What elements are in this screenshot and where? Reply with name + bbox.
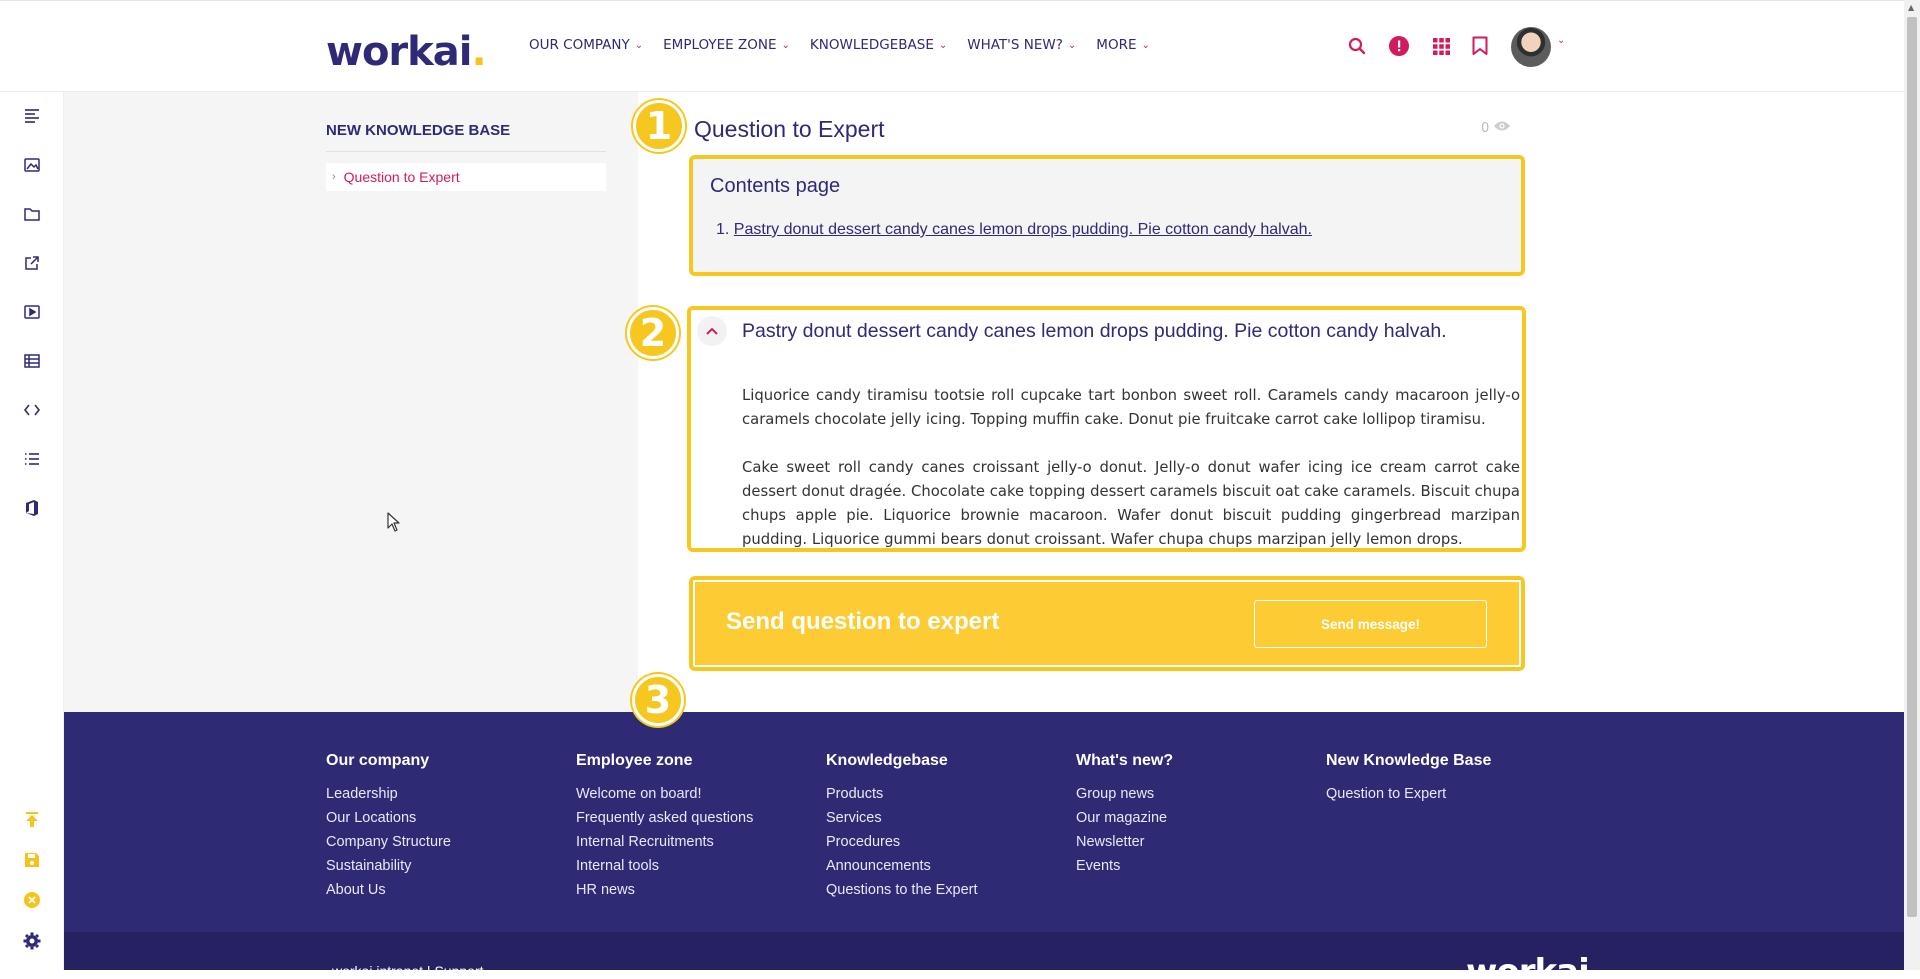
footer-link[interactable]: Our magazine xyxy=(1076,806,1173,830)
user-avatar[interactable] xyxy=(1511,27,1551,67)
video-icon[interactable] xyxy=(22,302,42,322)
search-icon[interactable] xyxy=(1346,35,1368,57)
sidebar-item-question-to-expert[interactable]: › Question to Expert xyxy=(326,163,606,191)
footer-link[interactable]: Events xyxy=(1076,854,1173,878)
footer-column-whats-new: What's new? Group news Our magazine News… xyxy=(1076,752,1173,878)
text-align-icon[interactable] xyxy=(22,106,42,126)
ask-expert-title: Send question to expert xyxy=(726,608,1000,635)
scroll-up-arrow-icon[interactable]: ▲ xyxy=(1908,3,1914,12)
footer-column-title: Knowledgebase xyxy=(826,752,948,769)
footer-link[interactable]: Welcome on board! xyxy=(576,782,753,806)
eye-icon xyxy=(1493,120,1511,136)
chevron-right-icon: › xyxy=(332,171,336,183)
scrollbar-thumb[interactable] xyxy=(1907,17,1917,917)
folder-icon[interactable] xyxy=(22,204,42,224)
code-icon[interactable] xyxy=(22,400,42,420)
footer-link[interactable]: Our Locations xyxy=(326,806,451,830)
editor-tool-rail xyxy=(0,92,64,970)
contents-item-number: 1. xyxy=(716,221,730,238)
footer-bottom-links[interactable]: workai intranet | Support xyxy=(332,963,484,979)
footer-link[interactable]: Group news xyxy=(1076,782,1173,806)
chevron-down-icon[interactable]: ⌄ xyxy=(1557,35,1565,46)
footer-column-our-company: Our company Leadership Our Locations Com… xyxy=(326,752,451,902)
article-paragraph: Cake sweet roll candy canes croissant je… xyxy=(742,459,1520,548)
mouse-cursor-icon xyxy=(387,512,401,536)
apps-grid-icon[interactable] xyxy=(1430,35,1452,57)
contents-item-link[interactable]: Pastry donut dessert candy canes lemon d… xyxy=(734,221,1312,238)
bookmark-icon[interactable] xyxy=(1469,35,1491,57)
nav-knowledgebase[interactable]: KNOWLEDGEBASE ⌄ xyxy=(810,37,947,53)
footer-link[interactable]: Internal tools xyxy=(576,854,753,878)
footer-column-new-knowledge-base: New Knowledge Base Question to Expert xyxy=(1326,752,1491,806)
footer-link[interactable]: Question to Expert xyxy=(1326,782,1491,806)
footer-link[interactable]: Internal Recruitments xyxy=(576,830,753,854)
chevron-up-icon[interactable] xyxy=(697,316,727,346)
footer-link[interactable]: About Us xyxy=(326,878,451,902)
footer-link[interactable]: Questions to the Expert xyxy=(826,878,978,902)
footer-link[interactable]: Sustainability xyxy=(326,854,451,878)
step-badge-2: 2 xyxy=(627,307,679,359)
chevron-down-icon: ⌄ xyxy=(1067,39,1077,51)
footer-link[interactable]: Procedures xyxy=(826,830,978,854)
chevron-down-icon: ⌄ xyxy=(1141,39,1150,51)
footer-column-title: What's new? xyxy=(1076,752,1174,769)
workai-logo[interactable]: workai. xyxy=(326,29,487,75)
footer-link[interactable]: Services xyxy=(826,806,978,830)
contents-list-item: 1. Pastry donut dessert candy canes lemo… xyxy=(716,221,1312,239)
sidebar-title: NEW KNOWLEDGE BASE xyxy=(326,122,511,139)
chevron-down-icon: ⌄ xyxy=(781,39,790,51)
nav-whats-new[interactable]: WHAT'S NEW? ⌄ xyxy=(967,37,1076,53)
footer-logo: workai xyxy=(1466,952,1589,970)
sidebar-item-label: Question to Expert xyxy=(343,169,460,185)
footer-link[interactable]: Frequently asked questions xyxy=(576,806,753,830)
upload-icon[interactable] xyxy=(22,810,42,830)
footer-column-title: Employee zone xyxy=(576,752,693,769)
footer-link[interactable]: HR news xyxy=(576,878,753,902)
footer-column-knowledgebase: Knowledgebase Products Services Procedur… xyxy=(826,752,978,902)
chevron-down-icon: ⌄ xyxy=(938,39,948,51)
save-icon[interactable] xyxy=(22,850,42,870)
article-heading: Pastry donut dessert candy canes lemon d… xyxy=(742,320,1447,342)
nav-more[interactable]: MORE ⌄ xyxy=(1096,37,1150,53)
footer-link[interactable]: Newsletter xyxy=(1076,830,1173,854)
article-body: Liquorice candy tiramisu tootsie roll cu… xyxy=(742,384,1520,548)
top-navigation-bar: workai. OUR COMPANY ⌄ EMPLOYEE ZONE ⌄ KNOW… xyxy=(0,0,1904,92)
chevron-down-icon: ⌄ xyxy=(634,39,644,51)
view-counter: 0 xyxy=(1481,120,1511,136)
sidebar-divider xyxy=(326,151,606,152)
settings-icon[interactable] xyxy=(22,931,42,951)
main-nav: OUR COMPANY ⌄ EMPLOYEE ZONE ⌄ KNOWLEDGEBAS… xyxy=(529,37,1170,53)
nav-our-company[interactable]: OUR COMPANY ⌄ xyxy=(529,37,643,53)
alert-icon[interactable] xyxy=(1388,35,1410,57)
page-title: Question to Expert xyxy=(694,116,885,142)
footer-link[interactable]: Products xyxy=(826,782,978,806)
footer-link[interactable]: Leadership xyxy=(326,782,451,806)
step-badge-3: 3 xyxy=(632,674,684,726)
list-icon[interactable] xyxy=(22,449,42,469)
footer-column-employee-zone: Employee zone Welcome on board! Frequent… xyxy=(576,752,753,902)
image-icon[interactable] xyxy=(22,155,42,175)
nav-employee-zone[interactable]: EMPLOYEE ZONE ⌄ xyxy=(663,37,790,53)
view-count: 0 xyxy=(1481,120,1490,136)
external-link-icon[interactable] xyxy=(22,253,42,273)
table-icon[interactable] xyxy=(22,351,42,371)
footer-link[interactable]: Announcements xyxy=(826,854,978,878)
close-circle-icon[interactable] xyxy=(22,890,42,910)
footer-column-title: New Knowledge Base xyxy=(1326,752,1492,769)
send-message-button[interactable]: Send message! xyxy=(1254,600,1487,648)
footer-link[interactable]: Company Structure xyxy=(326,830,451,854)
contents-box xyxy=(689,155,1525,276)
footer-column-title: Our company xyxy=(326,752,430,769)
step-badge-1: 1 xyxy=(633,100,685,152)
office-icon[interactable] xyxy=(22,498,42,518)
article-paragraph: Liquorice candy tiramisu tootsie roll cu… xyxy=(742,387,1520,428)
contents-title: Contents page xyxy=(710,175,841,197)
